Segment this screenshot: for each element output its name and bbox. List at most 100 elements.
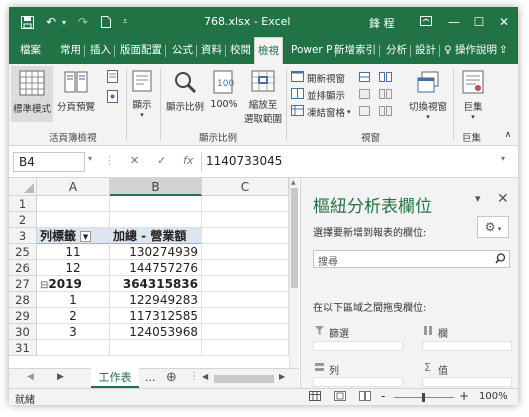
prev-sheet-icon[interactable]: ◀	[27, 372, 34, 382]
close-pane-icon[interactable]: ✕	[497, 191, 509, 207]
insert-function-icon[interactable]: fx	[183, 154, 193, 167]
worksheet-grid[interactable]: A B C 1 2 3 列標籤 ▼ 加總 - 營業額 25 11 13027493…	[9, 178, 299, 368]
split-icon[interactable]	[359, 72, 370, 82]
add-sheet-icon[interactable]: ⊕	[166, 370, 177, 385]
cell-a2[interactable]	[37, 212, 110, 228]
column-header-b[interactable]: B	[110, 178, 202, 196]
name-box-dropdown-icon[interactable]: ▾	[88, 154, 92, 163]
normal-view-button[interactable]: 標準模式	[11, 66, 53, 122]
pivot-value[interactable]: 144757276	[110, 260, 202, 276]
pivot-values-header-cell[interactable]: 加總 - 營業額	[110, 228, 202, 244]
share-icon[interactable]: ⇪	[496, 37, 511, 64]
column-header-a[interactable]: A	[37, 178, 110, 196]
unhide-window-icon[interactable]	[359, 106, 370, 116]
cell-c30[interactable]	[202, 324, 289, 340]
custom-views-icon[interactable]	[105, 90, 119, 106]
synchronous-scrolling-icon[interactable]	[379, 89, 392, 99]
zoom-slider-knob[interactable]	[422, 393, 425, 402]
row-header[interactable]: 27	[9, 276, 37, 292]
formula-input[interactable]: 1140733045	[201, 152, 476, 172]
zoom-out-button[interactable]: -	[381, 389, 385, 403]
scroll-up-icon[interactable]: ▲	[291, 179, 296, 186]
scroll-left-icon[interactable]: ◀	[202, 372, 208, 381]
minimize-icon[interactable]: —	[444, 12, 464, 32]
new-window-button[interactable]: 開新視窗	[291, 71, 345, 85]
pivot-row-labels-cell[interactable]: 列標籤 ▼	[37, 228, 110, 244]
enter-icon[interactable]: ✓	[157, 154, 166, 167]
ribbon-display-options-icon[interactable]	[416, 12, 436, 32]
row-header[interactable]: 28	[9, 292, 37, 308]
cell-c3[interactable]	[202, 228, 289, 244]
cell-c28[interactable]	[202, 292, 289, 308]
sheet-bar-splitter[interactable]: ⋮	[189, 371, 199, 382]
tab-design[interactable]: 設計	[412, 37, 440, 64]
row-header[interactable]: 25	[9, 244, 37, 260]
cell-c2[interactable]	[202, 212, 289, 228]
cell-c26[interactable]	[202, 260, 289, 276]
column-header-c[interactable]: C	[202, 178, 289, 196]
macros-button[interactable]: 巨集 ▾	[457, 70, 489, 121]
pivot-row-label[interactable]: 1	[37, 292, 110, 308]
vertical-scrollbar[interactable]: ▲	[289, 178, 299, 368]
hide-window-icon[interactable]	[359, 89, 370, 99]
collapse-ribbon-icon[interactable]: ∧	[503, 130, 513, 140]
expand-formula-bar-icon[interactable]: ▾	[501, 154, 505, 163]
customize-qat-icon[interactable]: ⩡	[119, 13, 131, 31]
field-search-input[interactable]: 搜尋	[313, 250, 510, 268]
row-header[interactable]: 1	[9, 196, 37, 212]
horizontal-scroll-thumb[interactable]	[214, 375, 274, 383]
tab-view[interactable]: 檢視	[254, 37, 283, 64]
pivot-value[interactable]: 130274939	[110, 244, 202, 260]
columns-drop-zone[interactable]	[422, 341, 512, 351]
close-icon[interactable]: ✕	[494, 12, 514, 32]
row-header[interactable]: 2	[9, 212, 37, 228]
tab-formulas[interactable]: 公式	[169, 37, 197, 64]
cell-b31[interactable]	[110, 340, 202, 356]
scroll-right-icon[interactable]: ▶	[279, 372, 285, 381]
tab-home[interactable]: 常用	[57, 37, 85, 64]
tab-add-index[interactable]: 新增索引	[331, 37, 380, 64]
row-header[interactable]: 31	[9, 340, 37, 356]
pivot-row-label[interactable]: 12	[37, 260, 110, 276]
row-header[interactable]: 29	[9, 308, 37, 324]
tab-file[interactable]: 檔案	[17, 37, 44, 64]
page-layout-status-icon[interactable]	[334, 391, 346, 404]
cell-b1[interactable]	[110, 196, 202, 212]
row-header[interactable]: 30	[9, 324, 37, 340]
zoom-in-button[interactable]: +	[459, 389, 469, 403]
pivot-row-label[interactable]: 2	[37, 308, 110, 324]
cell-b2[interactable]	[110, 212, 202, 228]
rows-drop-zone[interactable]	[313, 377, 403, 387]
tab-insert[interactable]: 插入	[87, 37, 115, 64]
cell-c29[interactable]	[202, 308, 289, 324]
zoom-to-selection-button[interactable]: 縮放至 選取範圍	[242, 70, 284, 125]
zoom-level[interactable]: 100%	[479, 391, 508, 402]
user-name[interactable]: 鋒 程	[369, 15, 395, 31]
show-button[interactable]: 顯示 ▾	[129, 70, 155, 119]
tab-page-layout[interactable]: 版面配置	[117, 37, 166, 64]
maximize-icon[interactable]: ☐	[469, 12, 489, 32]
pivot-row-label[interactable]: 11	[37, 244, 110, 260]
scroll-thumb[interactable]	[291, 188, 298, 288]
undo-dropdown-icon[interactable]: ▾	[59, 13, 69, 31]
row-header[interactable]: 3	[9, 228, 37, 244]
cell-c1[interactable]	[202, 196, 289, 212]
pivot-value[interactable]: 124053968	[110, 324, 202, 340]
filters-drop-zone[interactable]	[313, 341, 403, 351]
freeze-panes-button[interactable]: 凍結窗格 ▾	[291, 105, 351, 119]
page-layout-view-icon[interactable]	[105, 70, 119, 86]
more-sheets-button[interactable]: ...	[145, 371, 156, 384]
pivot-row-label[interactable]: 3	[37, 324, 110, 340]
sheet-tab-active[interactable]: 工作表	[91, 368, 139, 388]
tab-data[interactable]: 資料	[198, 37, 226, 64]
undo-icon[interactable]: ↶	[43, 13, 59, 31]
switch-windows-button[interactable]: 切換視窗 ▾	[405, 70, 451, 121]
pivot-year-total[interactable]: 364315836	[110, 276, 202, 292]
cell-a31[interactable]	[37, 340, 110, 356]
pivot-year-label[interactable]: ⊟2019	[37, 276, 110, 292]
cell-c25[interactable]	[202, 244, 289, 260]
normal-view-status-icon[interactable]	[309, 391, 321, 404]
save-icon[interactable]	[19, 13, 35, 31]
new-file-icon[interactable]	[99, 13, 113, 31]
select-all-corner[interactable]	[9, 178, 37, 196]
